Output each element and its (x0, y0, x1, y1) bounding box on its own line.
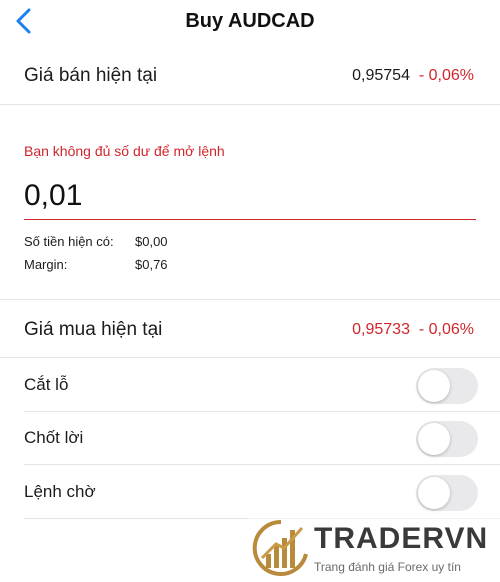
watermark-brand: TRADERVN (314, 522, 489, 555)
sell-price-row: Giá bán hiện tại 0,95754 - 0,06% (0, 56, 500, 96)
buy-price-value: 0,95733 - 0,06% (352, 321, 474, 339)
separator (0, 357, 500, 358)
tradervn-logo-icon (252, 519, 308, 576)
margin-value: $0,76 (135, 257, 168, 272)
toggle-knob (418, 423, 450, 455)
sell-price: 0,95754 (352, 67, 410, 84)
balance-value: $0,00 (135, 234, 168, 249)
balance-label: Số tiền hiện có: (24, 234, 114, 249)
pending-order-toggle[interactable] (416, 475, 478, 511)
toggle-knob (418, 370, 450, 402)
watermark-tagline: Trang đánh giá Forex uy tín (314, 560, 461, 574)
separator (0, 104, 500, 105)
toggle-knob (418, 477, 450, 509)
option-row-stop-loss: Cắt lỗ (0, 366, 500, 406)
stop-loss-label: Cắt lỗ (24, 375, 69, 394)
page-title: Buy AUDCAD (185, 10, 315, 32)
buy-price-row: Giá mua hiện tại 0,95733 - 0,06% (0, 310, 500, 350)
quantity-underline (24, 219, 476, 220)
option-row-pending-order: Lệnh chờ (0, 473, 500, 513)
sell-change: - 0,06% (418, 67, 474, 84)
stop-loss-toggle[interactable] (416, 368, 478, 404)
option-row-take-profit: Chốt lời (0, 419, 500, 459)
buy-price: 0,95733 (352, 321, 410, 338)
buy-price-label: Giá mua hiện tại (24, 319, 163, 340)
navigation-bar: Buy AUDCAD (0, 0, 500, 42)
sell-price-value: 0,95754 - 0,06% (352, 67, 474, 85)
separator (24, 464, 500, 465)
buy-change: - 0,06% (418, 321, 474, 338)
take-profit-label: Chốt lời (24, 428, 84, 447)
sell-price-label: Giá bán hiện tại (24, 65, 158, 86)
watermark: TRADERVN Trang đánh giá Forex uy tín (248, 516, 500, 582)
insufficient-balance-error: Bạn không đủ số dư để mở lệnh (24, 143, 225, 159)
separator (24, 411, 500, 412)
take-profit-toggle[interactable] (416, 421, 478, 457)
quantity-input[interactable] (24, 176, 476, 216)
margin-label: Margin: (24, 257, 68, 272)
pending-order-label: Lệnh chờ (24, 482, 96, 501)
separator (0, 299, 500, 300)
